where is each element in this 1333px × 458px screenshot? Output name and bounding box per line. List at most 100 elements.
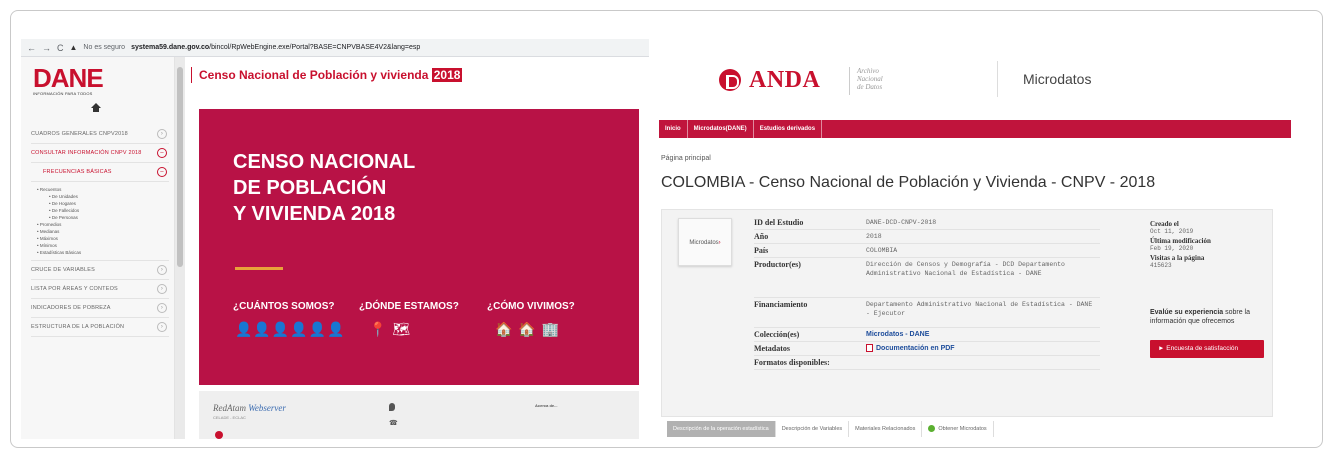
anda-logo-icon[interactable] <box>719 69 741 91</box>
submenu-item-promedios[interactable]: • Promedios <box>37 221 169 228</box>
censo-year-badge: 2018 <box>431 68 463 82</box>
redatam-logo: RedAtam Webserver <box>213 403 286 413</box>
submenu-item-personas[interactable]: • De Personas <box>37 214 169 221</box>
menu-item-estructura[interactable]: ESTRUCTURA DE LA POBLACIÓN › <box>31 318 169 337</box>
footer-celade-text: CELADE - ECLAC <box>213 415 246 420</box>
submenu-item-maximos[interactable]: • Máximos <box>37 235 169 242</box>
field-row: Colección(es) Microdatos - DANE <box>754 328 1100 342</box>
banner-heading: CENSO NACIONAL DE POBLACIÓN Y VIVIENDA 2… <box>233 151 416 225</box>
coleccion-link[interactable]: Microdatos - DANE <box>866 330 1100 339</box>
menu-item-cuadros[interactable]: CUADROS GENERALES CNPV2018 › <box>31 125 169 144</box>
people-icons: 👤👤👤👤👤👤 <box>235 321 346 337</box>
screenshot-frame: ← → C ▲ No es seguro systema59.dane.gov.… <box>10 10 1323 448</box>
submenu-item-unidades[interactable]: • De Unidades <box>37 193 169 200</box>
site-title: Microdatos <box>1023 71 1092 87</box>
dane-logo-subtitle: INFORMACIÓN PARA TODOS <box>33 91 93 96</box>
study-info-card: Microdatos› ID del Estudio DANE-DCD-CNPV-… <box>661 209 1273 417</box>
location-map-icons: 📍 🗺 <box>369 321 412 337</box>
menu-item-cruce[interactable]: CRUCE DE VARIABLES › <box>31 261 169 280</box>
footer-acerca-de[interactable]: Acerca de... <box>535 403 557 409</box>
question-como-vivimos[interactable]: ¿CÓMO VIVIMOS? <box>487 301 575 312</box>
field-row: País COLOMBIA <box>754 244 1100 258</box>
expand-icon[interactable]: › <box>157 265 167 275</box>
heart-icon <box>215 431 223 439</box>
expand-icon[interactable]: › <box>157 284 167 294</box>
field-row: ID del Estudio DANE-DCD-CNPV-2018 <box>754 216 1100 230</box>
created-label: Creado el <box>1150 220 1179 228</box>
field-row: Año 2018 <box>754 230 1100 244</box>
censo-header: Censo Nacional de Población y vivienda 2… <box>185 57 649 95</box>
field-row: Metadatos Documentación en PDF <box>754 342 1100 356</box>
header-divider <box>997 61 998 97</box>
submenu-item-estadisticas[interactable]: • Estadísticas Básicas <box>37 249 169 256</box>
visits-value: 415623 <box>1150 262 1172 269</box>
collapse-icon[interactable]: – <box>157 148 167 158</box>
menu-item-consultar[interactable]: CONSULTAR INFORMACIÓN CNPV 2018– <box>31 144 169 163</box>
menu-item-lista[interactable]: LISTA POR ÁREAS Y CONTEOS › <box>31 280 169 299</box>
field-row: Formatos disponibles: <box>754 356 1100 370</box>
expand-icon[interactable]: › <box>157 129 167 139</box>
tab-descripcion-variables[interactable]: Descripción de Variables <box>776 421 850 437</box>
header-divider <box>191 67 192 83</box>
page-title: COLOMBIA - Censo Nacional de Población y… <box>661 174 1156 191</box>
submenu-item-hogares[interactable]: • De Hogares <box>37 200 169 207</box>
censo-title: Censo Nacional de Población y vivienda 2… <box>199 68 463 82</box>
menu-item-frecuencias[interactable]: FRECUENCIAS BÁSICAS – <box>31 163 169 182</box>
tab-descripcion-operacion[interactable]: Descripción de la operación estadística <box>667 421 776 437</box>
anda-logo[interactable]: ANDA <box>749 67 820 94</box>
redatam-footer: RedAtam Webserver CELADE - ECLAC ☎ Acerc… <box>199 391 639 439</box>
insecure-label: No es seguro <box>83 44 126 51</box>
submenu-item-minimos[interactable]: • Mínimos <box>37 242 169 249</box>
nav-tab-estudios-derivados[interactable]: Estudios derivados <box>754 120 823 138</box>
menu-item-indicadores[interactable]: INDICADORES DE POBREZA › <box>31 299 169 318</box>
forward-icon[interactable]: → <box>42 43 51 53</box>
sidebar-scrollbar[interactable] <box>175 57 185 439</box>
study-tabs: Descripción de la operación estadística … <box>667 421 994 437</box>
banner-accent-line <box>235 267 283 270</box>
phone-icon: ☎ <box>389 420 398 427</box>
frecuencias-submenu: • Recuentos • De Unidades • De Hogares •… <box>31 182 169 261</box>
anda-logo-subtitle: Archivo Nacional de Datos <box>857 67 883 91</box>
dane-logo[interactable]: DANE <box>33 63 104 94</box>
visits-label: Visitas a la página <box>1150 254 1205 262</box>
censo-banner: CENSO NACIONAL DE POBLACIÓN Y VIVIENDA 2… <box>199 109 639 385</box>
field-row: Financiamiento Departamento Administrativ… <box>754 298 1100 328</box>
housing-icons: 🏠 🏠 🏢 <box>495 321 561 337</box>
study-metadata: Creado el Oct 11, 2019 Última modificaci… <box>1150 220 1270 271</box>
satisfaction-survey-button[interactable]: ► Encuesta de satisfacción <box>1150 340 1264 358</box>
submenu-item-medianas[interactable]: • Medianas <box>37 228 169 235</box>
back-icon[interactable]: ← <box>27 43 36 53</box>
microdatos-thumbnail: Microdatos› <box>678 218 732 266</box>
reload-icon[interactable]: C <box>57 43 64 53</box>
nav-tab-inicio[interactable]: Inicio <box>659 120 688 138</box>
field-row: Productor(es) Dirección de Censos y Demog… <box>754 258 1100 298</box>
question-cuantos-somos[interactable]: ¿CUÁNTOS SOMOS? <box>233 301 334 312</box>
study-fields: ID del Estudio DANE-DCD-CNPV-2018 Año 2018… <box>754 216 1100 370</box>
modified-value: Feb 19, 2020 <box>1150 245 1194 252</box>
sidebar-menu: CUADROS GENERALES CNPV2018 › CONSULTAR IN… <box>31 125 169 337</box>
tab-materiales-relacionados[interactable]: Materiales Relacionados <box>849 421 923 437</box>
expand-icon[interactable]: › <box>157 322 167 332</box>
breadcrumb[interactable]: Página principal <box>661 155 711 162</box>
modified-label: Última modificación <box>1150 237 1211 245</box>
warning-icon: ▲ <box>69 43 78 52</box>
dane-sidebar: DANE INFORMACIÓN PARA TODOS CUADROS GENE… <box>21 57 175 439</box>
submenu-item-fallecidos[interactable]: • De Fallecidos <box>37 207 169 214</box>
created-value: Oct 11, 2019 <box>1150 228 1194 235</box>
submenu-item-recuentos[interactable]: • Recuentos <box>37 186 169 193</box>
scrollbar-thumb[interactable] <box>177 67 183 267</box>
nav-tab-microdatos-dane[interactable]: Microdatos(DANE) <box>688 120 754 138</box>
question-donde-estamos[interactable]: ¿DÓNDE ESTAMOS? <box>359 301 459 312</box>
pdf-documentation-link[interactable]: Documentación en PDF <box>866 344 1100 353</box>
url-text[interactable]: systema59.dane.gov.co/bincol/RpWebEngine… <box>131 44 420 51</box>
tab-obtener-microdatos[interactable]: Obtener Microdatos <box>922 421 994 437</box>
browser-url-bar[interactable]: ← → C ▲ No es seguro systema59.dane.gov.… <box>21 39 649 57</box>
pdf-icon <box>866 344 873 353</box>
logo-divider <box>849 67 850 95</box>
collapse-icon[interactable]: – <box>157 167 167 177</box>
home-icon[interactable] <box>91 103 101 113</box>
download-icon <box>928 425 936 433</box>
location-pin-icon <box>389 403 395 411</box>
expand-icon[interactable]: › <box>157 303 167 313</box>
anda-microdatos-panel: ANDA Archivo Nacional de Datos Microdato… <box>651 39 1291 439</box>
